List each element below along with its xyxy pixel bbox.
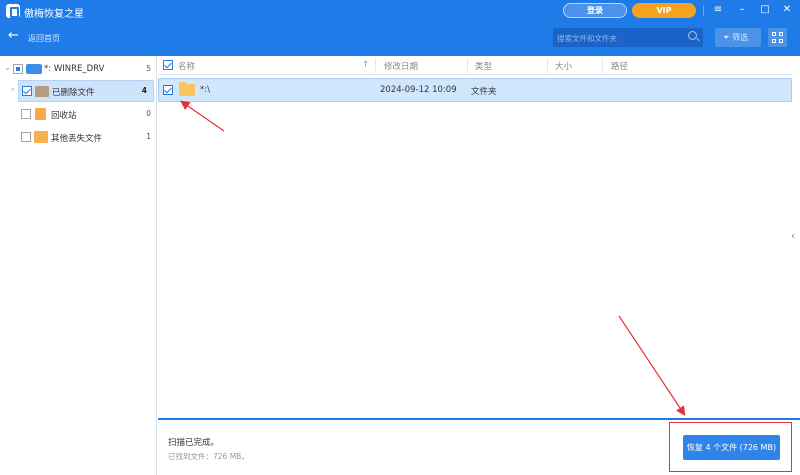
annotation-arrow — [180, 100, 225, 132]
annotation-arrow — [618, 315, 686, 417]
annotation-arrows — [180, 100, 686, 417]
